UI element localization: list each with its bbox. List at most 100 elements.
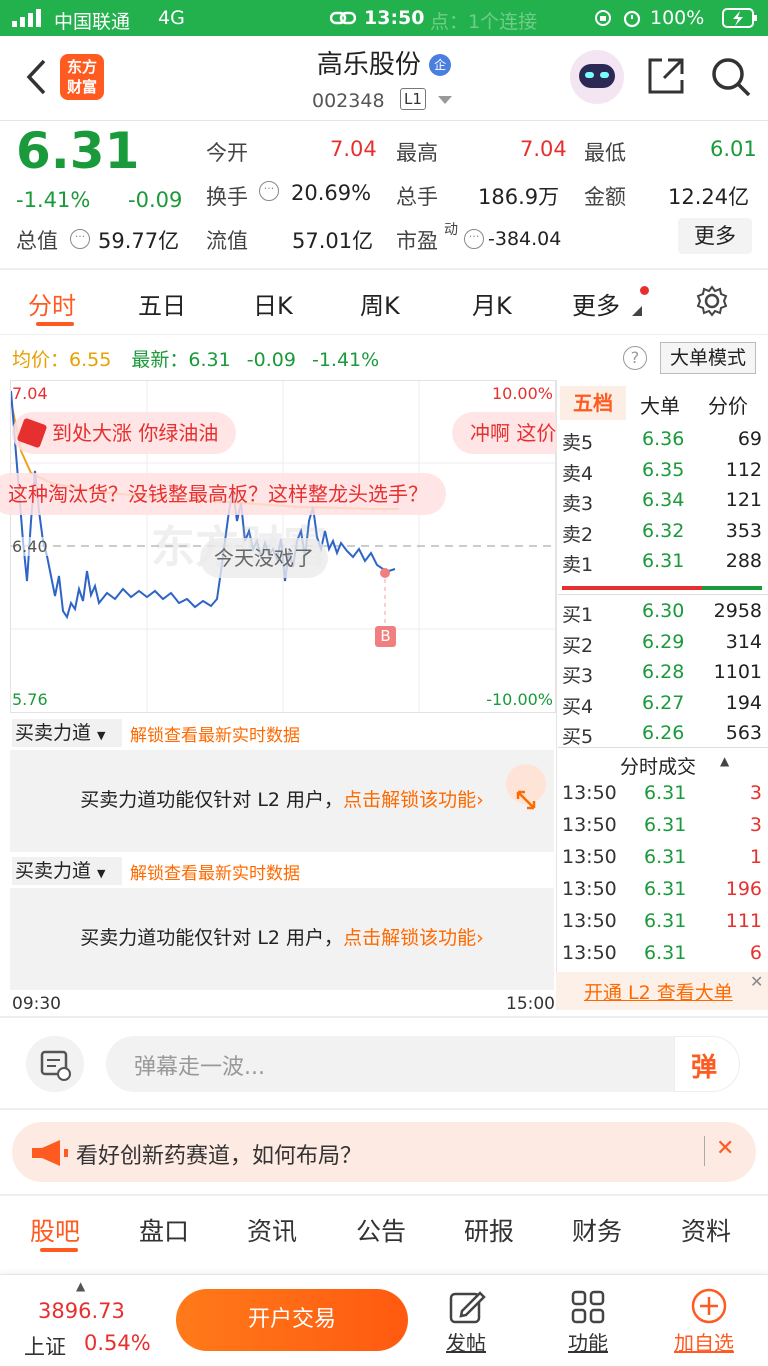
unlock-hint[interactable]: 解锁查看最新实时数据	[130, 721, 300, 746]
trade-price: 6.31	[644, 910, 687, 932]
tab-5day[interactable]: 五日	[138, 286, 186, 321]
sort-up-icon[interactable]: ▲	[720, 754, 729, 768]
post-icon[interactable]	[448, 1289, 486, 1325]
unlock-link[interactable]: 点击解锁该功能	[343, 789, 476, 811]
danmu-bubble[interactable]: 今天没戏了	[200, 538, 328, 578]
add-watchlist-icon[interactable]	[690, 1287, 728, 1325]
danmu-bubble[interactable]: 这种淘汰货？没钱整最高板？这样整龙头选手？	[0, 473, 446, 515]
corner-icon	[632, 306, 642, 316]
info-icon[interactable]: ···	[464, 229, 484, 249]
big-order-mode-button[interactable]: 大单模式	[660, 342, 756, 374]
bid-row[interactable]: 买4 6.27 194	[556, 690, 768, 720]
bid-price: 6.26	[642, 722, 685, 744]
ask-volume: 112	[725, 458, 762, 481]
help-icon[interactable]: ?	[623, 346, 647, 370]
tab-weekly[interactable]: 周K	[360, 286, 400, 321]
tab-level5[interactable]: 五档	[560, 386, 626, 420]
promo-banner[interactable]: 看好创新药赛道，如何布局？ ✕	[12, 1122, 756, 1182]
index-value[interactable]: 3896.73	[38, 1299, 125, 1323]
tab-profile[interactable]: 资料	[681, 1212, 731, 1248]
function-icon[interactable]	[570, 1289, 606, 1325]
bid-label: 买4	[562, 695, 594, 718]
amount-label: 金额	[584, 185, 626, 209]
bid-price: 6.27	[642, 691, 685, 714]
search-icon[interactable]	[710, 56, 752, 98]
ask-row[interactable]: 卖5 6.36 69	[556, 426, 768, 456]
tab-big-order[interactable]: 大单	[640, 390, 680, 419]
more-button[interactable]: 更多	[678, 218, 752, 254]
notification-dot	[640, 286, 649, 295]
ask-row[interactable]: 卖1 6.31 288	[556, 548, 768, 578]
buy-marker[interactable]: B	[375, 626, 396, 647]
dropdown-icon[interactable]	[438, 96, 452, 104]
bid-price: 6.28	[642, 661, 685, 683]
trade-row[interactable]: 13:50 6.31 3	[556, 810, 768, 842]
level-badge[interactable]: L1	[400, 88, 426, 110]
volume-label: 总手	[396, 185, 438, 209]
tab-monthly[interactable]: 月K	[472, 286, 512, 321]
lock-panel[interactable]: 买卖力道功能仅针对 L2 用户，点击解锁该功能›	[10, 750, 554, 852]
settings-icon[interactable]	[696, 285, 728, 317]
lock-message: 买卖力道功能仅针对 L2 用户，	[80, 927, 344, 949]
divider	[558, 594, 768, 595]
carrier: 中国联通	[54, 11, 131, 33]
tab-research[interactable]: 研报	[464, 1212, 514, 1248]
bid-row[interactable]: 买1 6.30 2958	[556, 598, 768, 628]
danmu-bubble[interactable]: 冲啊 这价	[452, 412, 556, 454]
avg-value: 6.55	[69, 349, 112, 371]
trade-button[interactable]: 开户交易	[176, 1289, 408, 1351]
tab-news[interactable]: 资讯	[247, 1212, 297, 1248]
tab-announcements[interactable]: 公告	[356, 1212, 406, 1248]
turnover-value: 20.69%	[291, 181, 372, 205]
trades-title[interactable]: 分时成交	[620, 752, 696, 779]
share-icon[interactable]	[646, 56, 686, 96]
danmu-settings-button[interactable]	[26, 1036, 84, 1092]
trade-row[interactable]: 13:50 6.31 3	[556, 778, 768, 810]
last-price: 6.31	[16, 122, 140, 180]
tab-market[interactable]: 盘口	[139, 1212, 189, 1248]
ask-row[interactable]: 卖3 6.34 121	[556, 487, 768, 517]
unlock-link[interactable]: 点击解锁该功能	[343, 927, 476, 949]
tab-daily[interactable]: 日K	[253, 286, 293, 321]
ask-volume: 121	[725, 489, 762, 511]
trade-row[interactable]: 13:50 6.31 111	[556, 906, 768, 938]
indicator-dropdown[interactable]: 买卖力道 ▼	[12, 719, 122, 747]
open-label: 今开	[206, 141, 248, 165]
danmu-send-button[interactable]: 弹	[674, 1036, 740, 1092]
unlock-hint[interactable]: 解锁查看最新实时数据	[130, 859, 300, 884]
status-bar: 中国联通 4G 13:50 点：1个连接 100%	[0, 0, 768, 36]
l2-link[interactable]: 开通 L2 查看大单	[584, 978, 733, 1005]
close-icon[interactable]: ✕	[750, 972, 763, 991]
robot-avatar[interactable]	[570, 50, 624, 104]
danmu-bubble[interactable]: 到处大涨 你绿油油	[12, 412, 237, 454]
close-icon[interactable]: ✕	[716, 1136, 734, 1161]
expand-icon[interactable]	[506, 764, 546, 810]
post-label[interactable]: 发帖	[446, 1327, 486, 1356]
trade-volume: 196	[725, 878, 762, 900]
ask-row[interactable]: 卖4 6.35 112	[556, 457, 768, 487]
info-icon[interactable]: ···	[70, 229, 90, 249]
trade-row[interactable]: 13:50 6.31 196	[556, 874, 768, 906]
tab-more[interactable]: 更多	[572, 286, 620, 321]
indicator-dropdown[interactable]: 买卖力道 ▼	[12, 857, 122, 885]
bid-volume: 563	[725, 722, 762, 744]
expand-up-icon[interactable]: ▲	[76, 1279, 85, 1293]
trade-time: 13:50	[562, 878, 617, 900]
danmu-input[interactable]: 弹幕走一波... 弹	[106, 1036, 740, 1092]
ask-volume: 288	[725, 550, 762, 572]
bid-row[interactable]: 买2 6.29 314	[556, 629, 768, 659]
add-watchlist-label[interactable]: 加自选	[674, 1327, 734, 1356]
bid-row[interactable]: 买3 6.28 1101	[556, 659, 768, 689]
tab-intraday[interactable]: 分时	[28, 286, 76, 321]
trade-row[interactable]: 13:50 6.31 1	[556, 842, 768, 874]
ask-row[interactable]: 卖2 6.32 353	[556, 518, 768, 548]
l2-banner[interactable]: 开通 L2 查看大单 ✕	[556, 972, 768, 1010]
info-icon[interactable]: ···	[259, 181, 279, 201]
lock-panel[interactable]: 买卖力道功能仅针对 L2 用户，点击解锁该功能›	[10, 888, 554, 990]
trade-row[interactable]: 13:50 6.31 6	[556, 938, 768, 970]
tab-price-dist[interactable]: 分价	[708, 390, 748, 419]
function-label[interactable]: 功能	[568, 1327, 608, 1356]
tab-forum[interactable]: 股吧	[30, 1212, 80, 1248]
bid-row[interactable]: 买5 6.26 563	[556, 720, 768, 750]
tab-finance[interactable]: 财务	[572, 1212, 622, 1248]
